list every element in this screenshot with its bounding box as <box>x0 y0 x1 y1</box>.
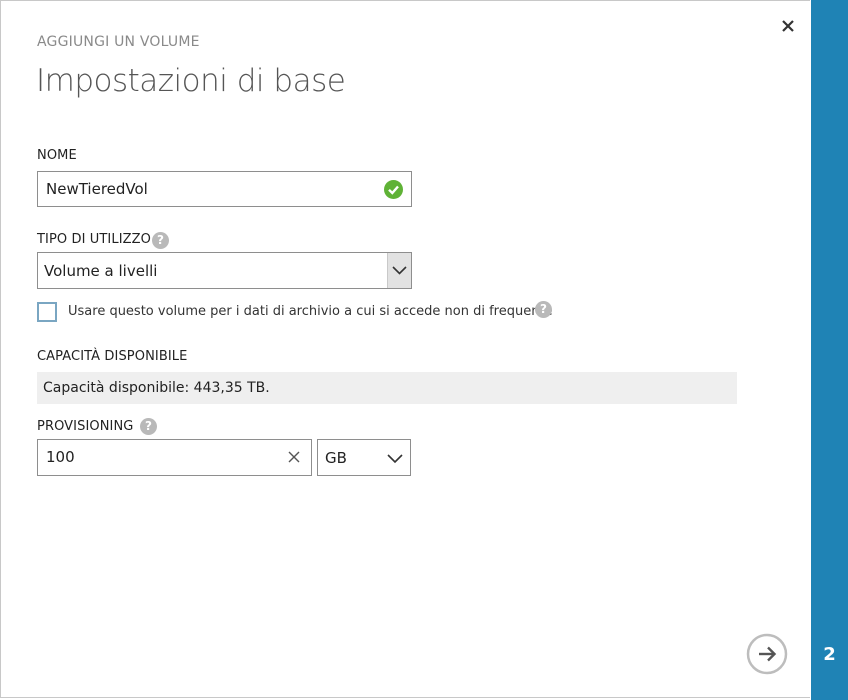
capacity-text: Capacità disponibile: 443,35 TB. <box>43 380 270 396</box>
close-icon <box>782 20 794 32</box>
wizard-dialog: AGGIUNGI UN VOLUME Impostazioni di base … <box>0 0 810 698</box>
name-input[interactable]: NewTieredVol <box>37 171 412 207</box>
capacity-label: CAPACITÀ DISPONIBILE <box>37 349 188 364</box>
provisioning-help-icon[interactable]: ? <box>140 418 157 435</box>
next-button[interactable] <box>746 633 788 675</box>
provisioning-unit-select[interactable]: GB <box>317 439 411 476</box>
check-circle-icon <box>384 180 403 199</box>
usage-type-label: TIPO DI UTILIZZO <box>37 232 151 247</box>
clear-icon[interactable] <box>287 450 301 464</box>
select-arrow <box>387 253 411 288</box>
dialog-subtitle: AGGIUNGI UN VOLUME <box>37 34 200 50</box>
usage-type-select[interactable]: Volume a livelli <box>37 252 412 289</box>
wizard-step-bar: 2 <box>811 0 848 700</box>
provisioning-unit-selected: GB <box>325 449 347 467</box>
archive-help-icon[interactable]: ? <box>535 301 552 318</box>
provisioning-input[interactable]: 100 <box>37 439 312 476</box>
close-button[interactable] <box>777 15 799 37</box>
archive-checkbox[interactable] <box>37 302 57 322</box>
capacity-info-box: Capacità disponibile: 443,35 TB. <box>37 372 737 404</box>
provisioning-label: PROVISIONING <box>37 419 134 434</box>
add-volume-wizard: AGGIUNGI UN VOLUME Impostazioni di base … <box>0 0 848 700</box>
arrow-right-icon <box>746 633 788 675</box>
chevron-down-icon <box>387 454 403 464</box>
step-number: 2 <box>823 644 836 665</box>
page-title: Impostazioni di base <box>36 63 346 99</box>
archive-checkbox-label: Usare questo volume per i dati di archiv… <box>68 304 553 319</box>
usage-type-help-icon[interactable]: ? <box>152 232 169 249</box>
chevron-down-icon <box>392 266 407 275</box>
name-label: NOME <box>37 148 77 163</box>
usage-type-selected: Volume a livelli <box>44 262 158 280</box>
name-input-value: NewTieredVol <box>46 180 148 198</box>
provisioning-value: 100 <box>46 448 75 466</box>
